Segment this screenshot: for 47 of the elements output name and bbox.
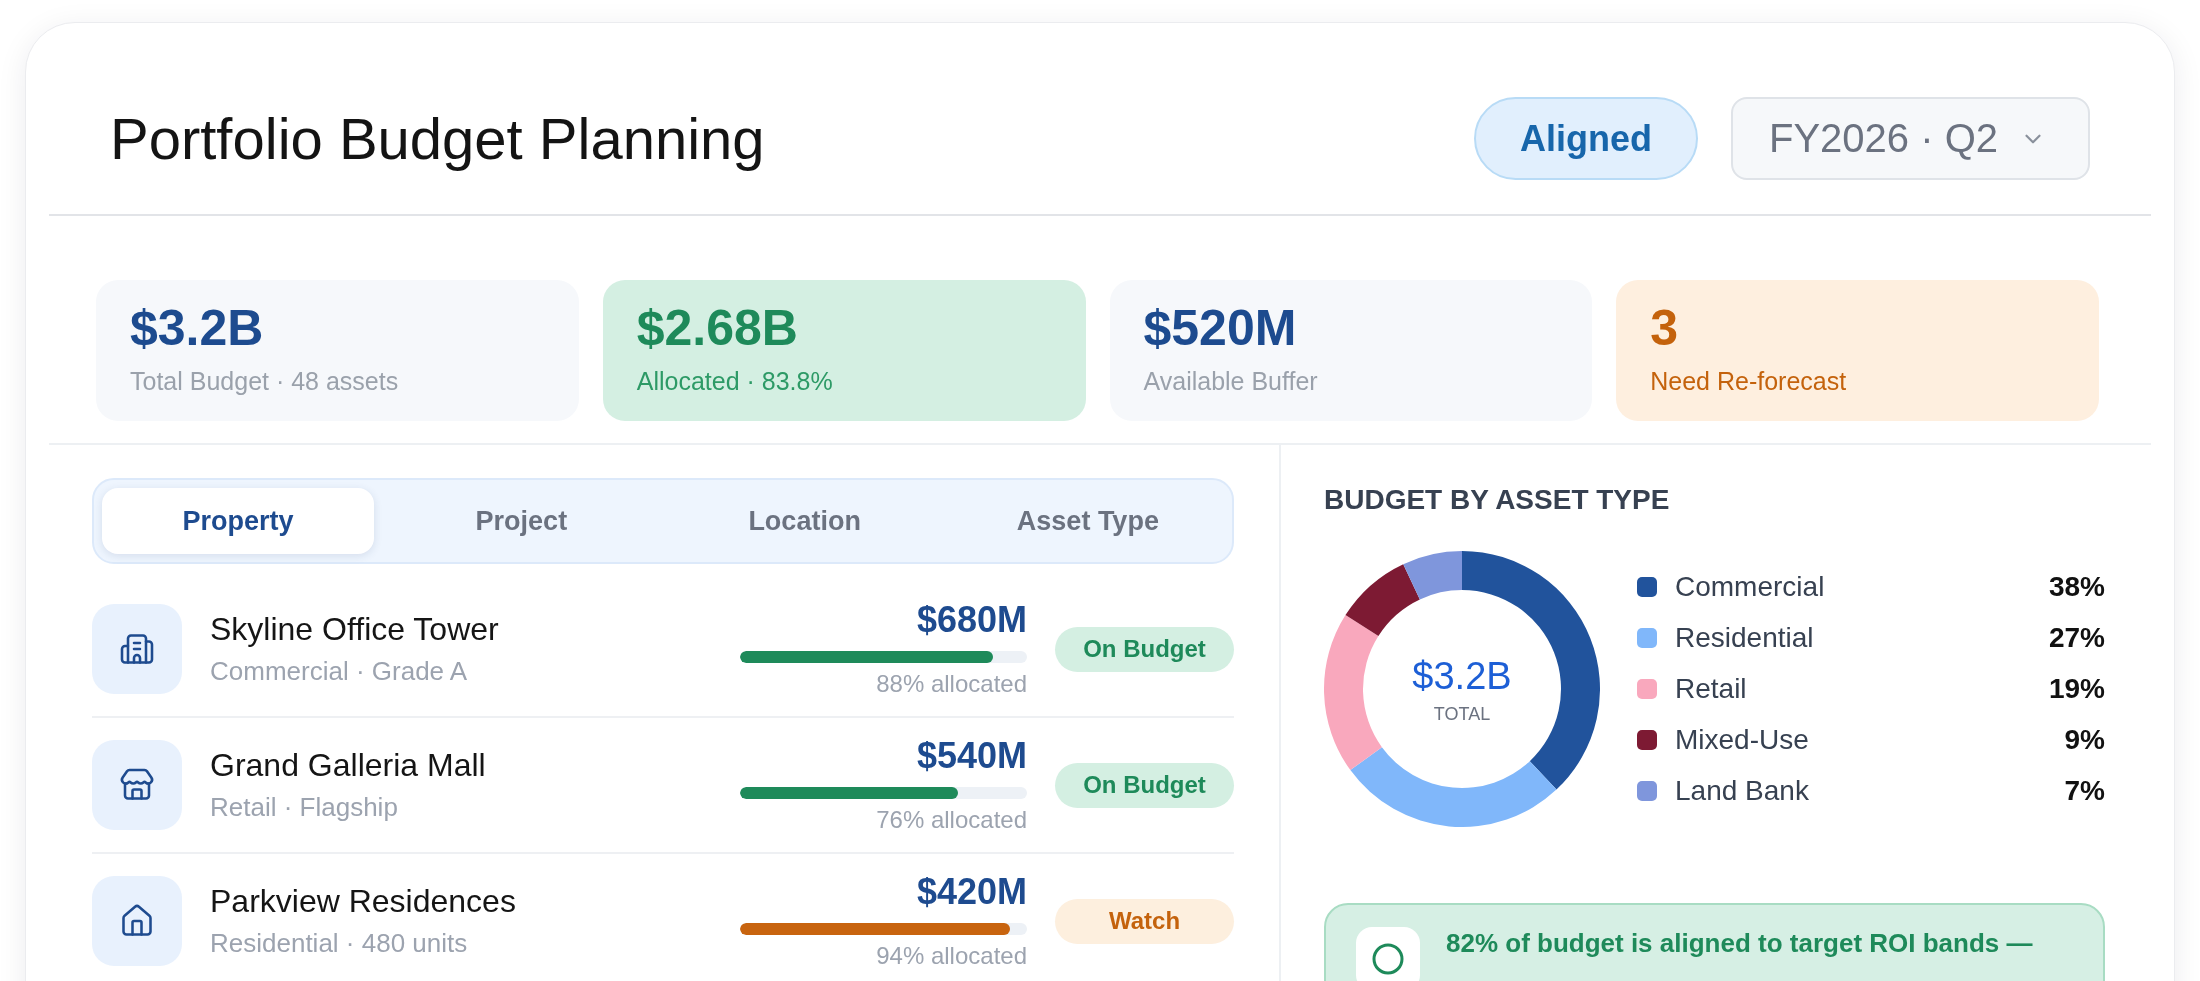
legend-label: Commercial xyxy=(1675,570,1825,603)
allocation-percent: 76% allocated xyxy=(876,806,1027,833)
kpi-value: 3 xyxy=(1650,300,1679,358)
store-icon xyxy=(92,740,182,830)
legend-value: 7% xyxy=(2064,774,2105,807)
asset-amount: $680M xyxy=(916,601,1027,638)
kpi-label: Available Buffer xyxy=(1143,365,1318,396)
legend-label: Mixed-Use xyxy=(1675,723,1809,756)
legend-value: 19% xyxy=(2048,672,2105,705)
insight-text: 82% of budget is aligned to target ROI bands — xyxy=(1446,926,2033,959)
asset-name: Grand Galleria Mall xyxy=(210,747,486,784)
asset-detail: Residential · 480 units xyxy=(210,928,468,959)
kpi-label: Total Budget · 48 assets xyxy=(130,365,399,396)
tab[interactable]: Asset Type xyxy=(951,488,1224,554)
status-badge: On Budget xyxy=(1055,626,1234,672)
asset-name: Skyline Office Tower xyxy=(210,611,499,648)
tab[interactable]: Location xyxy=(668,488,941,554)
legend-label: Land Bank xyxy=(1675,774,1809,807)
kpi-value: $520M xyxy=(1143,300,1297,358)
allocation-percent: 88% allocated xyxy=(876,670,1027,697)
page-title: Portfolio Budget Planning xyxy=(110,106,765,171)
legend-label: Residential xyxy=(1675,621,1814,654)
asset-detail: Commercial · Grade A xyxy=(210,656,468,687)
legend-value: 27% xyxy=(2048,621,2105,654)
status-badge: Aligned xyxy=(1474,97,1698,180)
allocation-percent: 94% allocated xyxy=(876,942,1027,969)
donut-total-value: $3.2B xyxy=(1412,655,1512,698)
kpi-value: $2.68B xyxy=(636,300,798,358)
asset-amount: $420M xyxy=(916,873,1027,910)
kpi-label: Need Re-forecast xyxy=(1650,365,1847,396)
tab[interactable]: Project xyxy=(385,488,658,554)
donut-total-label: TOTAL xyxy=(1433,705,1491,726)
section-title: BUDGET BY ASSET TYPE xyxy=(1324,483,1670,517)
status-badge: On Budget xyxy=(1055,762,1234,808)
period-dropdown[interactable]: FY2026 · Q2 xyxy=(1731,97,2090,180)
legend-value: 9% xyxy=(2064,723,2105,756)
kpi-label: Allocated · 83.8% xyxy=(636,365,833,396)
asset-detail: Retail · Flagship xyxy=(210,792,398,823)
legend-label: Retail xyxy=(1675,672,1747,705)
asset-amount: $540M xyxy=(916,737,1027,774)
office-building-icon xyxy=(92,604,182,694)
kpi-value: $3.2B xyxy=(130,300,264,358)
house-icon xyxy=(92,876,182,966)
tab[interactable]: Property xyxy=(102,488,375,554)
status-badge: Watch xyxy=(1055,898,1234,944)
legend-value: 38% xyxy=(2048,570,2105,603)
asset-name: Parkview Residences xyxy=(210,883,516,920)
